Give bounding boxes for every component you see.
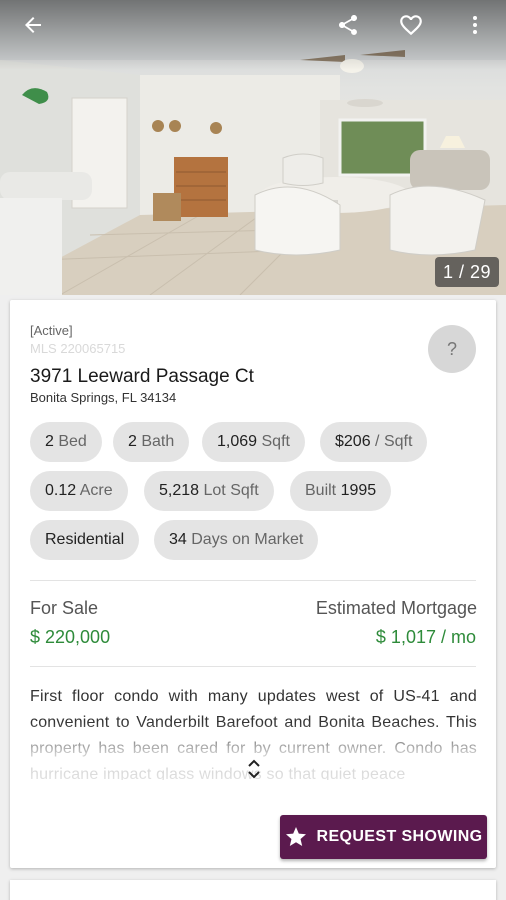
chip-property-type: Residential bbox=[30, 520, 140, 560]
mls-number: MLS 220065715 bbox=[30, 341, 126, 356]
next-card bbox=[10, 880, 496, 900]
share-button[interactable] bbox=[328, 5, 368, 45]
listing-details-card: [Active] MLS 220065715 ? 3971 Leeward Pa… bbox=[10, 300, 496, 868]
unfold-more-icon bbox=[248, 759, 260, 779]
arrow-back-icon bbox=[25, 17, 41, 33]
divider bbox=[30, 580, 476, 581]
estimated-mortgage-label: Estimated Mortgage bbox=[315, 598, 477, 618]
star-icon bbox=[286, 827, 307, 846]
estimated-mortgage-value[interactable]: $ 1,017 / mo bbox=[376, 627, 476, 648]
help-icon: ? bbox=[446, 338, 457, 359]
chip-year-built: Built 1995 bbox=[290, 471, 392, 511]
chip-beds: 2 Bed bbox=[30, 422, 102, 462]
request-showing-label: REQUEST SHOWING bbox=[316, 828, 483, 845]
listing-photo[interactable]: 1 / 29 bbox=[0, 0, 506, 295]
more-vert-icon bbox=[473, 16, 477, 34]
chip-sqft: 1,069 Sqft bbox=[202, 422, 305, 462]
expand-description-button[interactable] bbox=[246, 756, 262, 782]
share-icon bbox=[339, 15, 357, 35]
listing-status: [Active] bbox=[30, 323, 73, 338]
favorite-button[interactable] bbox=[391, 5, 431, 45]
divider bbox=[30, 666, 476, 667]
listing-price: $ 220,000 bbox=[30, 627, 111, 647]
chip-lot-sqft: 5,218 Lot Sqft bbox=[144, 471, 274, 511]
heart-outline-icon bbox=[400, 15, 422, 36]
chip-acre: 0.12 Acre bbox=[30, 471, 128, 511]
more-options-button[interactable] bbox=[455, 5, 495, 45]
chip-days-on-market: 34 Days on Market bbox=[154, 520, 319, 560]
photo-counter: 1 / 29 bbox=[434, 257, 499, 287]
chip-price-per-sqft: $206 / Sqft bbox=[320, 422, 428, 462]
request-showing-button[interactable]: REQUEST SHOWING bbox=[280, 815, 487, 859]
street-address: 3971 Leeward Passage Ct bbox=[30, 366, 254, 387]
chip-baths: 2 Bath bbox=[113, 422, 190, 462]
for-sale-label: For Sale bbox=[30, 598, 99, 618]
city-state-zip: Bonita Springs, FL 34134 bbox=[30, 390, 177, 405]
help-button[interactable]: ? bbox=[428, 325, 476, 373]
back-button[interactable] bbox=[13, 5, 53, 45]
